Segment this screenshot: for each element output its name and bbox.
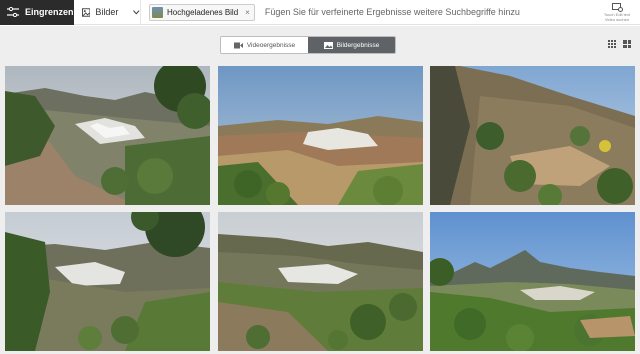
video-search-icon	[611, 3, 623, 12]
result-type-toggle: Videoergebnisse Bildergebnisse	[220, 36, 396, 54]
result-image-1[interactable]	[5, 66, 210, 205]
refine-label: Eingrenzen	[25, 7, 74, 17]
uploaded-image-thumbnail	[152, 6, 163, 18]
video-search-button[interactable]: Touch Edit text Video suchen	[594, 0, 640, 25]
result-image-6[interactable]	[430, 212, 635, 351]
close-icon[interactable]: ×	[245, 8, 250, 17]
chevron-down-icon	[133, 9, 140, 14]
uploaded-image-chip[interactable]: Hochgeladenes Bild ×	[149, 3, 255, 21]
video-results-tab[interactable]: Videoergebnisse	[221, 37, 308, 53]
image-results-label: Bildergebnisse	[336, 41, 380, 49]
landscape-photo	[218, 66, 423, 205]
result-image-3[interactable]	[430, 66, 635, 205]
landscape-photo	[5, 66, 210, 205]
landscape-photo	[430, 212, 635, 351]
result-image-2[interactable]	[218, 66, 423, 205]
video-search-line2: Video suchen	[604, 17, 630, 22]
image-results-tab[interactable]: Bildergebnisse	[308, 37, 395, 53]
video-results-label: Videoergebnisse	[246, 41, 296, 49]
top-toolbar: Eingrenzen Bilder Hochgeladenes Bild × F…	[0, 0, 640, 25]
view-mode-switch	[608, 40, 631, 48]
media-type-label: Bilder	[95, 7, 119, 17]
landscape-photo	[218, 212, 423, 351]
image-icon	[323, 41, 333, 49]
grid-small-icon[interactable]	[608, 40, 616, 48]
uploaded-image-chip-label: Hochgeladenes Bild	[167, 7, 239, 17]
landscape-photo	[430, 66, 635, 205]
image-icon	[82, 7, 91, 17]
result-image-4[interactable]	[5, 212, 210, 351]
search-input[interactable]: Fügen Sie für verfeinerte Ergebnisse wei…	[265, 7, 594, 17]
result-image-5[interactable]	[218, 212, 423, 351]
video-camera-icon	[233, 42, 243, 48]
refine-button[interactable]: Eingrenzen	[0, 0, 74, 25]
landscape-photo	[5, 212, 210, 351]
filter-sliders-icon	[7, 7, 19, 17]
media-type-dropdown[interactable]: Bilder	[74, 0, 141, 25]
grid-large-icon[interactable]	[623, 40, 631, 48]
